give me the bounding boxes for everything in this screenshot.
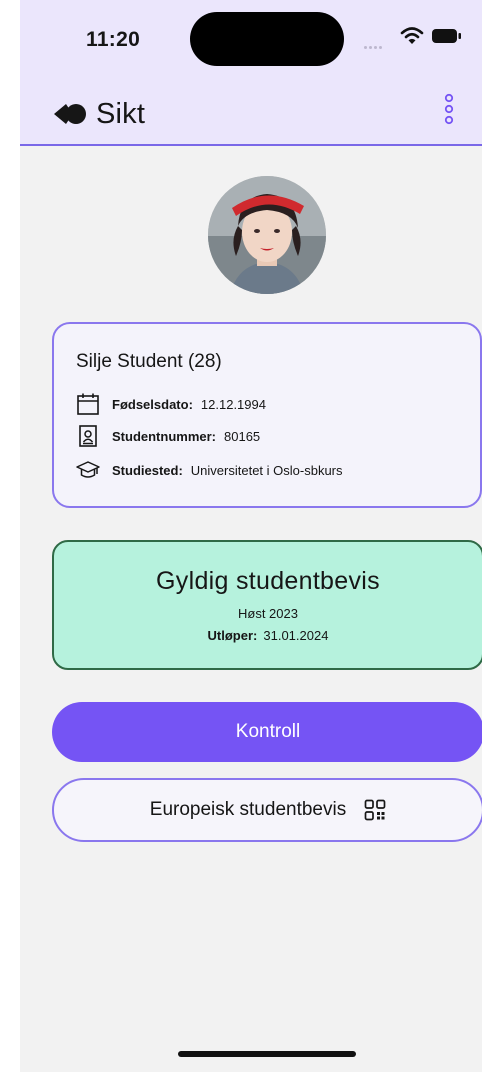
id-badge-icon <box>79 425 97 447</box>
study-place-row: Studiested: Universitetet i Oslo-sbkurs <box>76 458 343 482</box>
student-number-row: Studentnummer: 80165 <box>76 424 260 448</box>
qr-code-icon <box>364 799 386 821</box>
european-student-card-label: Europeisk studentbevis <box>149 799 347 820</box>
status-expiry: Utløper: 31.01.2024 <box>54 628 482 643</box>
status-time: 11:20 <box>86 28 141 51</box>
student-info-card: Silje Student (28) Fødselsdato: 12.12.19… <box>52 322 482 508</box>
status-term: Høst 2023 <box>238 606 298 621</box>
sikt-logo-icon <box>54 104 86 124</box>
birthdate-row: Fødselsdato: 12.12.1994 <box>76 392 266 416</box>
cellular-signal-icon <box>364 36 394 49</box>
birthdate-value: 12.12.1994 <box>200 396 266 412</box>
wifi-icon <box>400 27 424 44</box>
expiry-label: Utløper: <box>207 628 258 643</box>
profile-photo <box>208 176 326 294</box>
kontroll-button[interactable]: Kontroll <box>52 702 482 762</box>
avatar <box>208 176 326 294</box>
study-place-label: Studiested: <box>112 462 183 478</box>
valid-status-card: Gyldig studentbevis Høst 2023 Utløper: 31… <box>52 540 482 670</box>
calendar-icon <box>77 393 99 415</box>
student-number-value: 80165 <box>224 428 261 444</box>
european-student-card-button[interactable]: Europeisk studentbevis <box>52 778 482 842</box>
study-place-value: Universitetet i Oslo-sbkurs <box>190 462 343 478</box>
top-bar: 11:20 Sikt <box>20 0 482 146</box>
student-number-label: Studentnummer: <box>112 428 216 444</box>
app-logo: Sikt <box>52 94 145 134</box>
home-indicator[interactable] <box>178 1051 356 1057</box>
graduation-cap-icon <box>76 461 100 478</box>
status-title: Gyldig studentbevis <box>156 567 380 595</box>
dynamic-island <box>190 12 344 66</box>
app-screen: 11:20 Sikt Silje Student (28) Fødselsdat… <box>20 0 482 1072</box>
more-vertical-icon[interactable] <box>442 92 456 126</box>
birthdate-label: Fødselsdato: <box>112 396 193 412</box>
battery-icon <box>432 29 461 43</box>
app-title: Sikt <box>96 97 146 130</box>
expiry-value: 31.01.2024 <box>263 628 329 643</box>
student-name: Silje Student (28) <box>76 351 222 372</box>
